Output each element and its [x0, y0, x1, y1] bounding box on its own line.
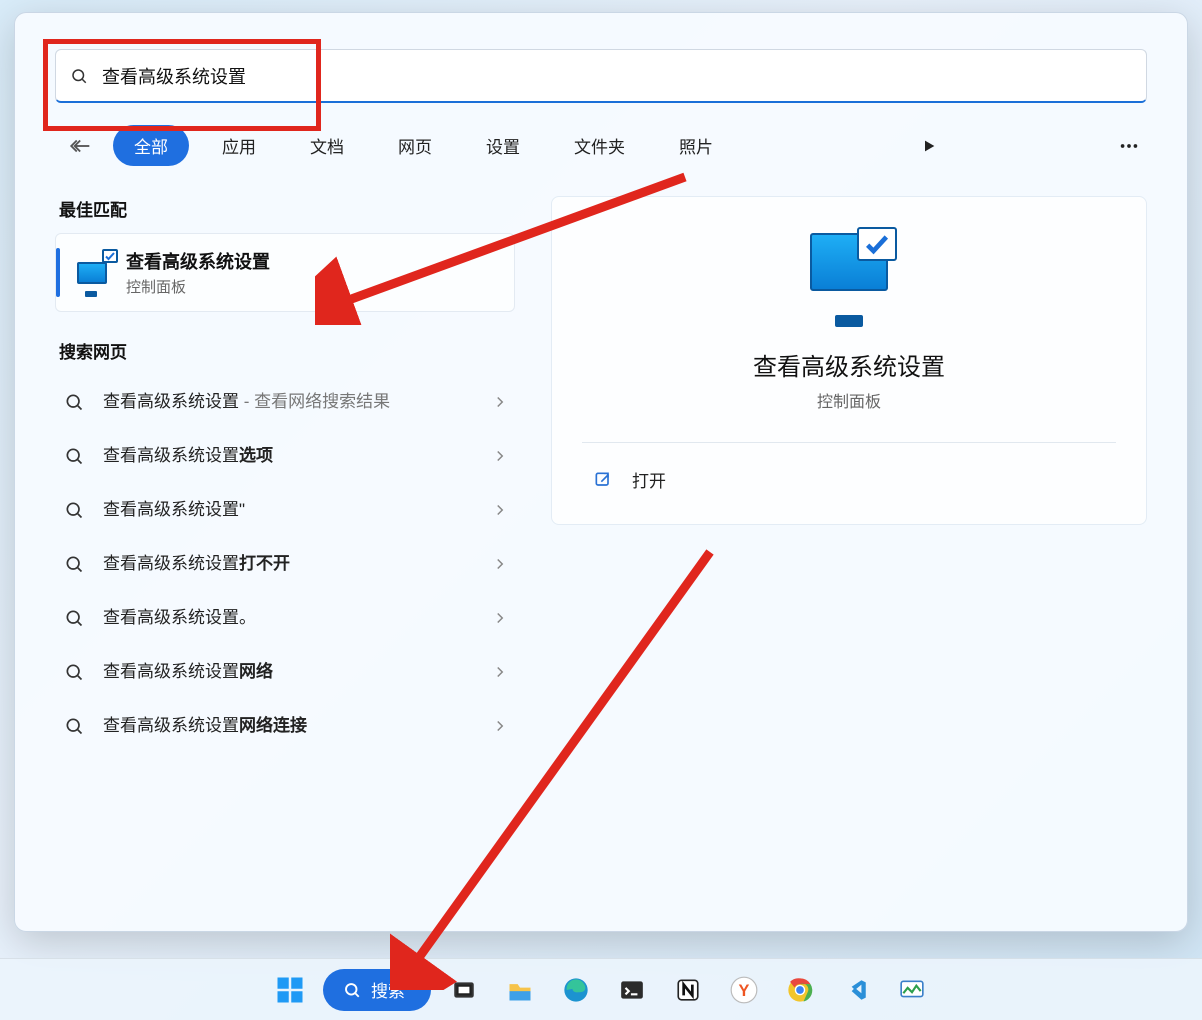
filter-docs[interactable]: 文档: [289, 125, 365, 166]
notion-icon[interactable]: [665, 967, 711, 1013]
search-icon: [61, 608, 87, 628]
web-result-label: 查看高级系统设置网络连接: [103, 714, 475, 738]
chrome-icon[interactable]: [777, 967, 823, 1013]
search-icon: [61, 716, 87, 736]
chevron-right-icon: [491, 555, 509, 573]
chevron-right-icon: [491, 609, 509, 627]
filter-all[interactable]: 全部: [113, 125, 189, 166]
yandex-icon[interactable]: Y: [721, 967, 767, 1013]
svg-text:Y: Y: [739, 981, 750, 999]
filter-photos[interactable]: 照片: [658, 125, 734, 166]
results-column: 最佳匹配 查看高级系统设置 控制面板 搜索网页 查看高级系统设置 - 查看: [55, 196, 515, 753]
open-label: 打开: [632, 467, 666, 492]
web-search-header: 搜索网页: [59, 338, 515, 363]
search-input[interactable]: [102, 65, 1132, 86]
search-icon: [70, 67, 88, 85]
preview-card: 查看高级系统设置 控制面板 打开: [551, 196, 1147, 525]
search-icon: [61, 500, 87, 520]
web-result-item[interactable]: 查看高级系统设置网络连接: [55, 699, 515, 753]
filter-web[interactable]: 网页: [377, 125, 453, 166]
search-icon: [61, 446, 87, 466]
search-window: 全部 应用 文档 网页 设置 文件夹 照片 最佳匹配: [14, 12, 1188, 932]
web-result-item[interactable]: 查看高级系统设置选项: [55, 429, 515, 483]
web-result-item[interactable]: 查看高级系统设置。: [55, 591, 515, 645]
best-match-header: 最佳匹配: [59, 196, 515, 221]
web-result-label: 查看高级系统设置": [103, 498, 475, 522]
web-result-item[interactable]: 查看高级系统设置网络: [55, 645, 515, 699]
preview-subtitle: 控制面板: [582, 388, 1116, 412]
best-match-title: 查看高级系统设置: [126, 248, 270, 274]
divider: [582, 442, 1116, 443]
best-match-subtitle: 控制面板: [126, 276, 270, 297]
system-settings-icon: [72, 253, 112, 293]
chevron-right-icon: [491, 663, 509, 681]
more-icon[interactable]: [1111, 128, 1147, 164]
chevron-right-icon: [491, 501, 509, 519]
file-explorer-icon[interactable]: [497, 967, 543, 1013]
filter-settings[interactable]: 设置: [465, 125, 541, 166]
monitor-app-icon[interactable]: [889, 967, 935, 1013]
search-icon: [343, 981, 361, 999]
chevron-right-icon: [491, 393, 509, 411]
web-result-label: 查看高级系统设置 - 查看网络搜索结果: [103, 390, 475, 414]
taskbar: 搜索 Y: [0, 958, 1202, 1020]
search-icon: [61, 392, 87, 412]
search-icon: [61, 554, 87, 574]
preview-column: 查看高级系统设置 控制面板 打开: [551, 196, 1147, 753]
web-result-item[interactable]: 查看高级系统设置": [55, 483, 515, 537]
search-icon: [61, 662, 87, 682]
taskbar-search-button[interactable]: 搜索: [323, 969, 431, 1011]
start-button[interactable]: [267, 967, 313, 1013]
web-result-label: 查看高级系统设置打不开: [103, 552, 475, 576]
best-match-item[interactable]: 查看高级系统设置 控制面板: [55, 233, 515, 312]
edge-icon[interactable]: [553, 967, 599, 1013]
web-results-list: 查看高级系统设置 - 查看网络搜索结果 查看高级系统设置选项 查看高级系统设置"…: [55, 375, 515, 753]
back-arrow-icon[interactable]: [63, 127, 101, 165]
search-box[interactable]: [55, 49, 1147, 103]
open-icon: [592, 470, 614, 490]
web-result-label: 查看高级系统设置选项: [103, 444, 475, 468]
filter-row: 全部 应用 文档 网页 设置 文件夹 照片: [55, 125, 1147, 166]
terminal-icon[interactable]: [609, 967, 655, 1013]
filter-apps[interactable]: 应用: [201, 125, 277, 166]
vscode-icon[interactable]: [833, 967, 879, 1013]
chevron-right-icon: [491, 447, 509, 465]
preview-title: 查看高级系统设置: [582, 347, 1116, 382]
filter-folders[interactable]: 文件夹: [553, 125, 646, 166]
system-settings-large-icon: [801, 233, 897, 329]
open-action[interactable]: 打开: [582, 455, 1116, 504]
web-result-item[interactable]: 查看高级系统设置 - 查看网络搜索结果: [55, 375, 515, 429]
task-view-icon[interactable]: [441, 967, 487, 1013]
taskbar-search-label: 搜索: [371, 977, 405, 1002]
web-result-label: 查看高级系统设置。: [103, 606, 475, 630]
web-result-item[interactable]: 查看高级系统设置打不开: [55, 537, 515, 591]
web-result-label: 查看高级系统设置网络: [103, 660, 475, 684]
preview-play-icon[interactable]: [911, 128, 947, 164]
chevron-right-icon: [491, 717, 509, 735]
